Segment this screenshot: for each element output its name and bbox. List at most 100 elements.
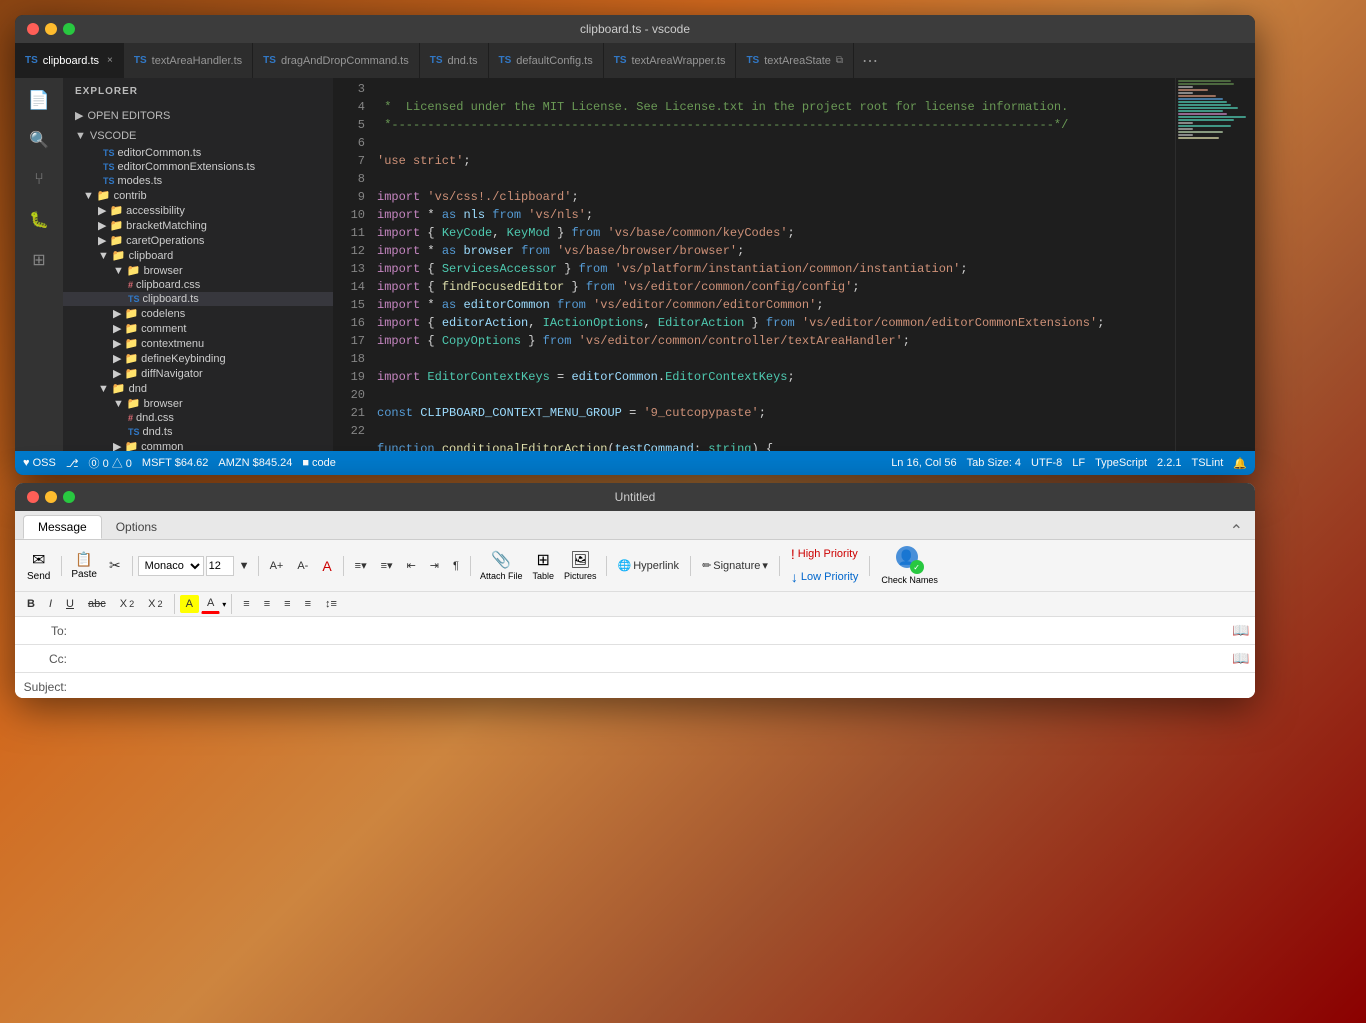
- tree-item-modes[interactable]: TS modes.ts: [63, 174, 333, 188]
- tab-message[interactable]: Message: [23, 515, 102, 539]
- tab-textarea-handler[interactable]: TS textAreaHandler.ts: [124, 43, 253, 78]
- tab-textarea-state[interactable]: TS textAreaState ⧉: [736, 43, 854, 78]
- status-branch[interactable]: ⎇: [66, 457, 79, 470]
- tree-item-clipboard-folder[interactable]: ▼ 📁 clipboard: [63, 248, 333, 263]
- status-eol[interactable]: LF: [1072, 457, 1085, 469]
- align-left-button[interactable]: ≡: [237, 595, 255, 613]
- line-spacing-button[interactable]: ↕≡: [319, 595, 343, 613]
- maximize-button[interactable]: [63, 23, 75, 35]
- vscode-section[interactable]: ▼ VSCODE: [63, 126, 333, 146]
- subscript-button[interactable]: X2: [114, 595, 140, 613]
- tree-item-common[interactable]: ▶ 📁 common: [63, 439, 333, 451]
- tree-item-codelens[interactable]: ▶ 📁 codelens: [63, 306, 333, 321]
- indent-increase-button[interactable]: ⇥: [424, 556, 445, 575]
- font-increase-button[interactable]: A+: [264, 557, 290, 575]
- email-maximize-button[interactable]: [63, 491, 75, 503]
- debug-icon[interactable]: 🐛: [25, 206, 53, 234]
- search-icon[interactable]: 🔍: [25, 126, 53, 154]
- tree-item-contrib[interactable]: ▼ 📁 contrib: [63, 188, 333, 203]
- tree-item-browser-folder[interactable]: ▼ 📁 browser: [63, 263, 333, 278]
- highlight-button[interactable]: A: [180, 595, 199, 613]
- status-language[interactable]: TypeScript: [1095, 457, 1147, 469]
- paste-button[interactable]: 📋 Paste: [67, 549, 101, 582]
- tree-item-bracket-matching[interactable]: ▶ 📁 bracketMatching: [63, 218, 333, 233]
- open-editors-section[interactable]: ▶ OPEN EDITORS: [63, 105, 333, 126]
- tree-item-dnd-css[interactable]: # dnd.css: [63, 411, 333, 425]
- extensions-icon[interactable]: ⊞: [25, 246, 53, 274]
- tab-options[interactable]: Options: [102, 516, 171, 538]
- style-button[interactable]: A: [316, 555, 337, 577]
- check-names-button[interactable]: 👤 ✓ Check Names: [875, 544, 944, 587]
- more-tabs-button[interactable]: ⋯: [854, 43, 886, 78]
- tree-item-define-keybinding[interactable]: ▶ 📁 defineKeybinding: [63, 351, 333, 366]
- close-button[interactable]: [27, 23, 39, 35]
- tree-item-dnd-folder[interactable]: ▼ 📁 dnd: [63, 381, 333, 396]
- underline-button[interactable]: U: [60, 595, 80, 613]
- pictures-button[interactable]: 🖼 Pictures: [560, 549, 601, 582]
- cut-button[interactable]: ✂: [103, 554, 127, 577]
- tab-drag-drop[interactable]: TS dragAndDropCommand.ts: [253, 43, 420, 78]
- tab-textarea-wrapper[interactable]: TS textAreaWrapper.ts: [604, 43, 737, 78]
- paragraph-button[interactable]: ¶: [447, 557, 465, 575]
- tree-item-caret-ops[interactable]: ▶ 📁 caretOperations: [63, 233, 333, 248]
- tree-item-comment[interactable]: ▶ 📁 comment: [63, 321, 333, 336]
- signature-button[interactable]: ✏ Signature ▾: [696, 556, 774, 575]
- cc-book-icon[interactable]: 📖: [1227, 645, 1255, 673]
- ordered-list-button[interactable]: ≡▾: [375, 556, 399, 575]
- color-picker-arrow[interactable]: ▾: [222, 600, 226, 609]
- status-errors[interactable]: ⓪ 0 △ 0: [89, 455, 132, 471]
- tree-item-contextmenu[interactable]: ▶ 📁 contextmenu: [63, 336, 333, 351]
- superscript-button[interactable]: X2: [142, 595, 168, 613]
- status-code[interactable]: ■ code: [302, 457, 336, 469]
- tree-item-accessibility[interactable]: ▶ 📁 accessibility: [63, 203, 333, 218]
- align-justify-button[interactable]: ≡: [299, 595, 317, 613]
- unordered-list-button[interactable]: ≡▾: [349, 556, 373, 575]
- subject-input[interactable]: [75, 673, 1255, 698]
- email-minimize-button[interactable]: [45, 491, 57, 503]
- indent-decrease-button[interactable]: ⇤: [401, 556, 422, 575]
- attach-file-button[interactable]: 📎 Attach File: [476, 549, 527, 582]
- font-size-input[interactable]: [206, 556, 234, 576]
- cc-input[interactable]: [75, 645, 1227, 672]
- tree-item-clipboard-css[interactable]: # clipboard.css: [63, 278, 333, 292]
- tree-item-editor-common-ext[interactable]: TS editorCommonExtensions.ts: [63, 160, 333, 174]
- minimize-button[interactable]: [45, 23, 57, 35]
- status-position[interactable]: Ln 16, Col 56: [891, 457, 956, 469]
- to-book-icon[interactable]: 📖: [1227, 617, 1255, 645]
- email-close-button[interactable]: [27, 491, 39, 503]
- hyperlink-button[interactable]: 🌐 Hyperlink: [612, 556, 686, 575]
- tree-item-clipboard-ts[interactable]: TS clipboard.ts: [63, 292, 333, 306]
- status-encoding[interactable]: UTF-8: [1031, 457, 1062, 469]
- status-bell-icon[interactable]: 🔔: [1233, 457, 1247, 470]
- git-icon[interactable]: ⑂: [25, 166, 53, 194]
- tree-item-diff-nav[interactable]: ▶ 📁 diffNavigator: [63, 366, 333, 381]
- tab-clipboard-ts[interactable]: TS clipboard.ts ×: [15, 43, 124, 78]
- tree-item-dnd-ts[interactable]: TS dnd.ts: [63, 425, 333, 439]
- font-family-select[interactable]: Monaco: [138, 556, 204, 576]
- high-priority-button[interactable]: ! High Priority: [785, 543, 864, 565]
- toolbar-sep-fmt: [174, 594, 175, 614]
- email-collapse-button[interactable]: ⌃: [1230, 521, 1243, 541]
- font-decrease-button[interactable]: A-: [291, 557, 314, 575]
- low-priority-button[interactable]: ↓ Low Priority: [785, 566, 864, 588]
- status-oss[interactable]: ♥ OSS: [23, 457, 56, 469]
- files-icon[interactable]: 📄: [25, 86, 53, 114]
- close-tab-icon[interactable]: ×: [107, 55, 113, 66]
- table-button[interactable]: ⊞ Table: [528, 549, 558, 582]
- status-tslint[interactable]: TSLint: [1192, 457, 1224, 469]
- send-button[interactable]: ✉ Send: [21, 548, 56, 584]
- to-input[interactable]: [75, 617, 1227, 644]
- tab-dnd[interactable]: TS dnd.ts: [420, 43, 489, 78]
- tree-item-editor-common[interactable]: TS editorCommon.ts: [63, 146, 333, 160]
- font-color-button[interactable]: A: [201, 594, 220, 614]
- code-content[interactable]: * Licensed under the MIT License. See Li…: [373, 78, 1175, 451]
- strikethrough-button[interactable]: abc: [82, 595, 112, 613]
- font-size-down-button[interactable]: ▼: [236, 558, 253, 574]
- italic-button[interactable]: I: [43, 595, 58, 613]
- tab-default-config[interactable]: TS defaultConfig.ts: [489, 43, 604, 78]
- align-center-button[interactable]: ≡: [258, 595, 276, 613]
- status-tab-size[interactable]: Tab Size: 4: [967, 457, 1021, 469]
- align-right-button[interactable]: ≡: [278, 595, 296, 613]
- tree-item-dnd-browser[interactable]: ▼ 📁 browser: [63, 396, 333, 411]
- bold-button[interactable]: B: [21, 595, 41, 613]
